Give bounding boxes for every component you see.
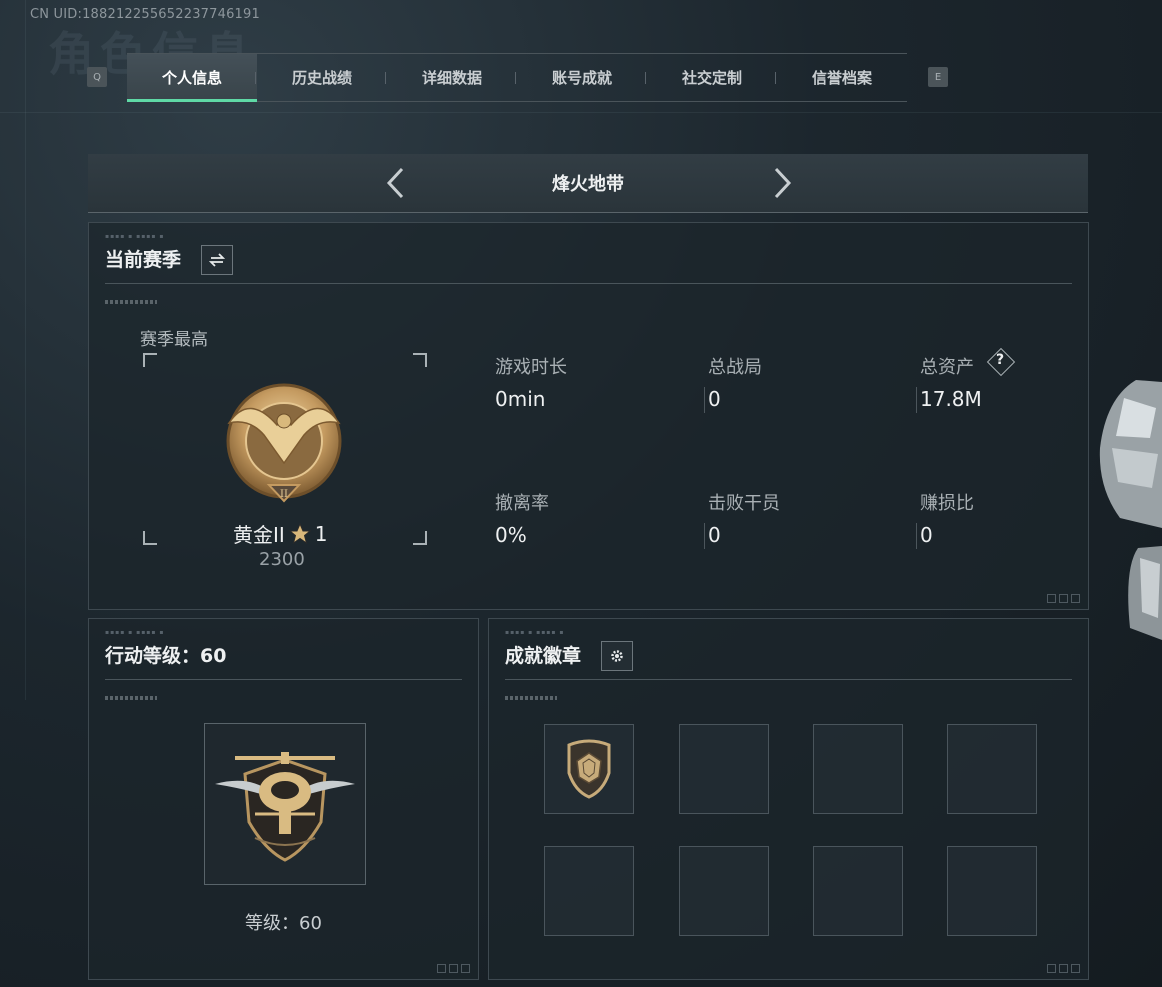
level-emblem-frame <box>204 723 366 885</box>
badge-slot[interactable] <box>544 724 634 814</box>
stat-divider <box>704 523 705 549</box>
bg-gridline <box>0 112 1162 113</box>
level-panel: ▪▪▪▪ ▪ ▪▪▪▪ ▪ 行动等级：60 等级：60 <box>88 618 479 980</box>
stat-label-profit-loss-ratio: 赚损比 <box>920 493 974 514</box>
svg-text:II: II <box>280 489 288 500</box>
badges-panel: ▪▪▪▪ ▪ ▪▪▪▪ ▪ 成就徽章 <box>488 618 1089 980</box>
gear-icon <box>611 650 623 662</box>
divider <box>105 283 1072 284</box>
character-armor-image <box>1099 380 1162 640</box>
badge-slot-empty[interactable] <box>813 724 903 814</box>
panel-corner-decor <box>437 964 470 973</box>
level-caption: 等级：60 <box>245 913 322 934</box>
badge-slot-empty[interactable] <box>813 846 903 936</box>
rank-name: 黄金II <box>233 523 285 547</box>
mode-label: 烽火地带 <box>552 174 624 195</box>
rank-stars: 1 <box>314 521 328 546</box>
tab-personal-info[interactable]: 个人信息 <box>127 54 257 102</box>
stat-label-operators-defeated: 击败干员 <box>708 493 780 514</box>
frame-corner <box>413 353 427 367</box>
stat-divider <box>916 387 917 413</box>
chevron-right-icon[interactable] <box>764 166 798 200</box>
shield-badge-icon <box>567 739 611 799</box>
panel-decor-text: ▪▪▪▪ ▪ ▪▪▪▪ ▪ <box>505 629 565 636</box>
tab-detailed-data[interactable]: 详细数据 <box>387 54 517 101</box>
help-icon: ? <box>995 352 1005 368</box>
badge-slot-empty[interactable] <box>679 724 769 814</box>
decor-bar <box>505 696 557 700</box>
decor-bar <box>105 300 157 304</box>
gold-rank-medal-icon: II <box>226 383 342 503</box>
stat-divider <box>704 387 705 413</box>
divider <box>105 679 462 680</box>
stat-label-extraction-rate: 撤离率 <box>495 493 549 514</box>
panel-decor-text: ▪▪▪▪ ▪ ▪▪▪▪ ▪ <box>105 629 165 636</box>
swap-season-button[interactable] <box>201 245 233 275</box>
panel-decor-text: ▪▪▪▪ ▪ ▪▪▪▪ ▪ <box>105 233 165 240</box>
tab-bar: 个人信息 历史战绩 详细数据 账号成就 社交定制 信誉档案 <box>127 53 907 102</box>
tab-history[interactable]: 历史战绩 <box>257 54 387 101</box>
tab-separator <box>255 72 256 84</box>
rank-name-row: 黄金II 1 <box>233 519 328 548</box>
tab-reputation-file[interactable]: 信誉档案 <box>777 54 907 101</box>
stat-value-operators-defeated: 0 <box>708 523 721 547</box>
badge-settings-button[interactable] <box>601 641 633 671</box>
stat-divider <box>916 523 917 549</box>
stat-value-total-assets: 17.8M <box>920 387 982 411</box>
season-title: 当前赛季 <box>105 249 182 271</box>
badge-slot-empty[interactable] <box>544 846 634 936</box>
frame-corner <box>143 531 157 545</box>
user-uid: CN UID:18821225565223774619​1 <box>30 7 260 22</box>
panel-corner-decor <box>1047 594 1080 603</box>
badges-title: 成就徽章 <box>505 645 582 667</box>
prev-tab-key-hint[interactable]: Q <box>87 67 107 87</box>
stat-value-profit-loss-ratio: 0 <box>920 523 933 547</box>
next-tab-key-hint[interactable]: E <box>928 67 948 87</box>
level-title: 行动等级：60 <box>105 645 227 667</box>
panel-corner-decor <box>1047 964 1080 973</box>
swap-icon <box>209 253 225 267</box>
stat-label-playtime: 游戏时长 <box>495 357 567 378</box>
help-button[interactable]: ? <box>986 347 1016 377</box>
frame-corner <box>413 531 427 545</box>
stat-label-total-matches: 总战局 <box>708 357 762 378</box>
tab-account-achievements[interactable]: 账号成就 <box>517 54 647 101</box>
badge-slot-empty[interactable] <box>679 846 769 936</box>
decor-bar <box>105 696 157 700</box>
stat-value-playtime: 0min <box>495 387 546 411</box>
frame-corner <box>143 353 157 367</box>
helicopter-emblem-icon <box>215 752 355 862</box>
mode-selector: 烽火地带 <box>88 154 1088 213</box>
badge-slot-empty[interactable] <box>947 724 1037 814</box>
bg-gridline <box>25 0 26 700</box>
stat-label-total-assets: 总资产 <box>920 357 974 378</box>
stat-value-total-matches: 0 <box>708 387 721 411</box>
tab-social-customization[interactable]: 社交定制 <box>647 54 777 101</box>
season-best-label: 赛季最高 <box>140 330 208 350</box>
season-panel: ▪▪▪▪ ▪ ▪▪▪▪ ▪ 当前赛季 赛季最高 II 黄金II 1 2300 游… <box>88 222 1089 610</box>
rank-score: 2300 <box>259 549 305 570</box>
star-icon <box>288 522 311 544</box>
stat-value-extraction-rate: 0% <box>495 523 527 547</box>
divider <box>505 679 1072 680</box>
badge-slot-empty[interactable] <box>947 846 1037 936</box>
